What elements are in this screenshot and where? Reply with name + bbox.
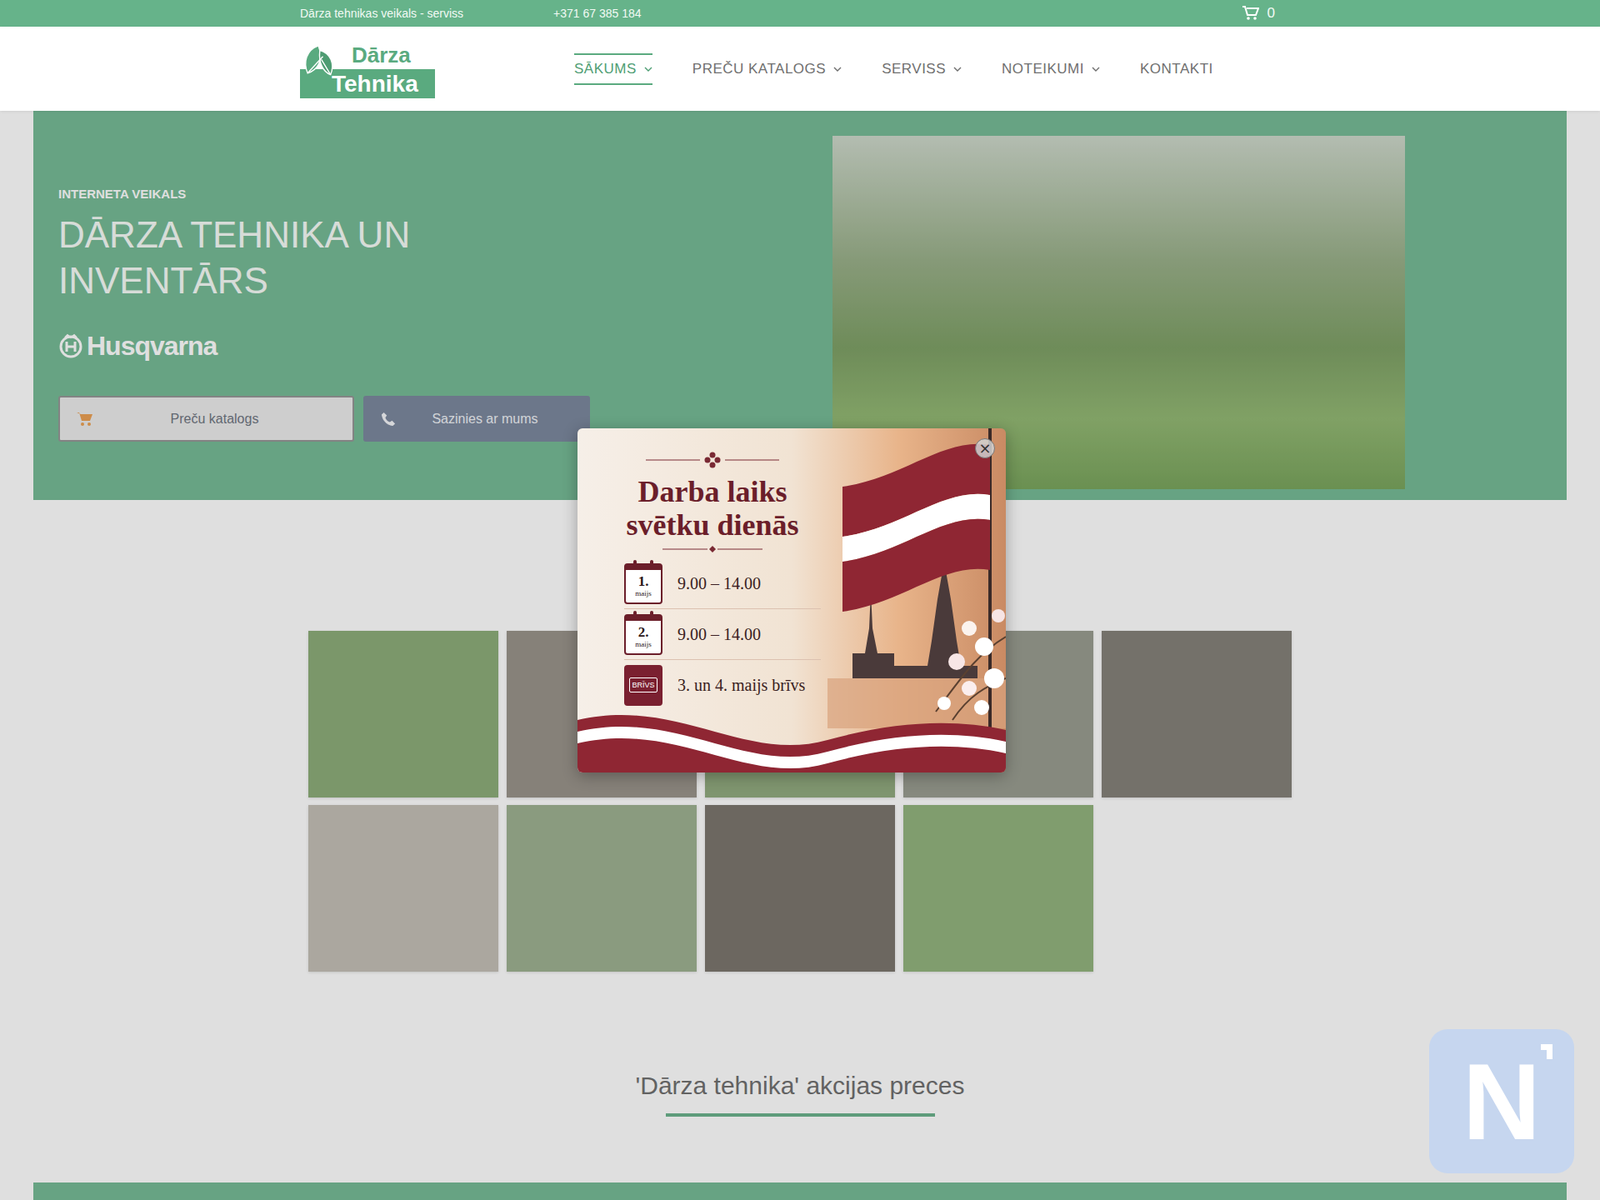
close-button[interactable]: × bbox=[975, 438, 995, 459]
nav-item[interactable]: SERVISS bbox=[881, 53, 962, 85]
chat-badge-letter: N bbox=[1462, 1047, 1541, 1156]
top-bar-inner: Dārza tehnikas veikals - serviss+371 67 … bbox=[300, 0, 1300, 27]
poster-title: Darba laikssvētku dienās bbox=[625, 475, 799, 542]
chevron-down-icon bbox=[953, 66, 962, 72]
nav-item[interactable]: SĀKUMS bbox=[574, 53, 653, 85]
hours-row: BRĪVS 3. un 4. maijs brīvs bbox=[624, 660, 821, 710]
phone-number[interactable]: +371 67 385 184 bbox=[553, 6, 642, 20]
nav-label: NOTEIKUMI bbox=[1001, 60, 1085, 78]
chat-badge-tick-icon bbox=[1540, 1044, 1553, 1060]
nav-item[interactable]: PREČU KATALOGS bbox=[692, 53, 842, 85]
calendar-ring bbox=[650, 560, 654, 567]
poster-content: Darba laikssvētku dienās1.maijs9.00 – 14… bbox=[577, 428, 821, 710]
closed-sign-icon: BRĪVS bbox=[624, 665, 663, 706]
nav-label: SERVISS bbox=[881, 60, 946, 78]
calendar-icon: 2.maijs bbox=[624, 614, 663, 655]
flag-stripe bbox=[842, 519, 990, 612]
ribbon-stripe bbox=[577, 726, 1006, 769]
cart-icon bbox=[1242, 5, 1260, 21]
poster-title-line: Darba laiks bbox=[637, 475, 787, 509]
page: Dārza tehnikas veikals - serviss+371 67 … bbox=[0, 0, 1600, 1200]
chevron-down-icon bbox=[644, 66, 653, 72]
river bbox=[827, 678, 1006, 729]
hours-row: 2.maijs 9.00 – 14.00 bbox=[624, 609, 821, 660]
nav-label: SĀKUMS bbox=[574, 60, 637, 78]
nav-label: KONTAKTI bbox=[1140, 60, 1214, 78]
calendar-ring bbox=[633, 560, 637, 567]
calendar-day: 2. bbox=[638, 625, 650, 640]
logo[interactable]: DārzaTehnika bbox=[300, 42, 435, 95]
poster-background bbox=[577, 428, 1006, 773]
header-inner: DārzaTehnika SĀKUMS PREČU KATALOGS SERVISS N… bbox=[300, 26, 1300, 111]
calendar-month: maijs bbox=[635, 589, 652, 598]
leaf-icon bbox=[300, 42, 337, 83]
nav-label: PREČU KATALOGS bbox=[692, 60, 826, 78]
top-bar: Dārza tehnikas veikals - serviss+371 67 … bbox=[0, 0, 1600, 27]
header: DārzaTehnika SĀKUMS PREČU KATALOGS SERVISS N… bbox=[0, 26, 1600, 111]
chat-badge[interactable]: N bbox=[1429, 1029, 1575, 1174]
calendar-ring bbox=[633, 610, 637, 618]
ribbon bbox=[577, 715, 1006, 773]
hours-text: 3. un 4. maijs brīvs bbox=[677, 675, 805, 695]
holiday-hours-modal: Darba laikssvētku dienās1.maijs9.00 – 14… bbox=[577, 428, 1006, 773]
hours-list: 1.maijs9.00 – 14.002.maijs9.00 – 14.00BR… bbox=[604, 558, 821, 710]
nav-item[interactable]: KONTAKTI bbox=[1140, 53, 1214, 85]
chevron-down-icon bbox=[1091, 66, 1100, 72]
chevron-down-icon bbox=[833, 66, 842, 72]
cart-link[interactable]: 0 bbox=[1242, 5, 1275, 22]
calendar-day: 1. bbox=[638, 574, 650, 590]
divider-icon bbox=[629, 543, 796, 555]
hours-row: 1.maijs 9.00 – 14.00 bbox=[624, 558, 821, 610]
cart-count: 0 bbox=[1267, 5, 1275, 22]
shop-text: Dārza tehnikas veikals - serviss bbox=[300, 6, 554, 20]
nav-item[interactable]: NOTEIKUMI bbox=[1001, 53, 1100, 85]
calendar-month: maijs bbox=[635, 640, 652, 649]
ornament-icon bbox=[629, 451, 796, 469]
blossoms bbox=[935, 609, 1006, 720]
hours-text: 9.00 – 14.00 bbox=[677, 625, 761, 645]
logo-word-box: Tehnika bbox=[300, 69, 435, 99]
main-nav: SĀKUMS PREČU KATALOGS SERVISS NOTEIKUMI KONT… bbox=[574, 53, 1214, 85]
calendar-ring bbox=[650, 610, 654, 618]
closed-sign: BRĪVS bbox=[629, 677, 657, 693]
calendar-icon: 1.maijs bbox=[624, 563, 663, 605]
hours-text: 9.00 – 14.00 bbox=[677, 574, 761, 594]
poster-title-line: svētku dienās bbox=[625, 508, 799, 542]
